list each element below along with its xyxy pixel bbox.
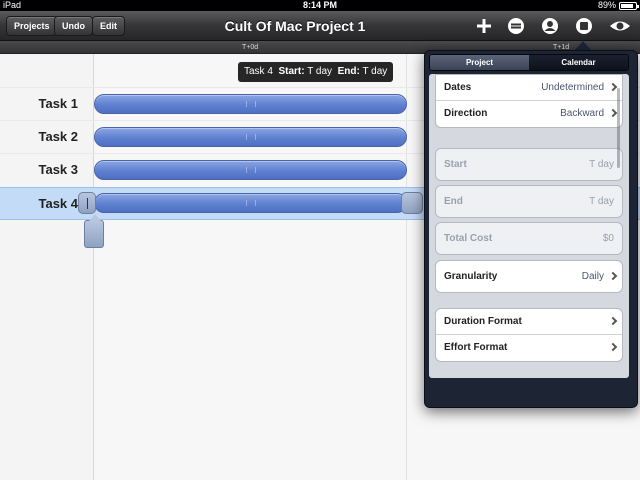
tab-calendar[interactable]: Calendar [529,55,628,70]
chevron-right-icon [608,342,618,352]
dates-label: Dates [444,82,472,93]
start-value: T day [589,159,614,170]
undo-button[interactable]: Undo [54,16,93,36]
granularity-group: Granularity Daily [435,260,623,293]
project-title: Cult Of Mac Project 1 [224,18,366,34]
end-drag-handle[interactable] [401,192,423,214]
projects-button[interactable]: Projects [6,16,58,36]
schedule-group: Dates Undetermined Direction Backward [435,74,623,128]
grip-icon [245,134,256,140]
inspector-tab-bar: Project Calendar [429,54,629,71]
add-icon[interactable] [475,17,493,35]
dependency-drag-handle[interactable] [84,214,104,248]
start-field: Start T day [436,149,622,180]
task-label[interactable]: Task 3 [0,162,78,177]
tab-project[interactable]: Project [430,55,529,70]
chevron-right-icon [608,108,618,118]
task-bar[interactable] [94,160,407,180]
effort-format-label: Effort Format [444,342,508,353]
app-root: iPad 8:14 PM 89% Projects Undo Edit Cult… [0,0,640,480]
total-cost-field: Total Cost $0 [436,223,622,254]
format-group: Duration Format Effort Format [435,308,623,362]
tooltip-task: Task 4 [244,66,273,77]
grip-icon [245,101,256,107]
minus-icon[interactable] [507,17,525,35]
status-bar: iPad 8:14 PM 89% [0,0,640,11]
inspector-icon[interactable] [575,17,593,35]
duration-format-row[interactable]: Duration Format [436,309,622,335]
task-label-selected[interactable]: Task 4 [0,196,78,211]
granularity-row[interactable]: Granularity Daily [436,261,622,292]
inspector-content: Dates Undetermined Direction Backward St… [429,74,629,378]
task-bar-selected[interactable] [94,193,407,213]
direction-row[interactable]: Direction Backward [436,101,622,127]
tooltip-end-value: T day [362,66,388,77]
dates-value: Undetermined [541,82,604,93]
total-cost-label: Total Cost [444,233,493,244]
task-label[interactable]: Task 2 [0,129,78,144]
chevron-right-icon [608,82,618,92]
start-field-group: Start T day [435,148,623,181]
task-bar[interactable] [94,127,407,147]
chevron-right-icon [608,316,618,326]
end-field-group: End T day [435,185,623,218]
start-drag-handle[interactable] [78,192,96,214]
granularity-label: Granularity [444,271,498,282]
granularity-value: Daily [581,271,604,282]
task-label[interactable]: Task 1 [0,96,78,111]
total-cost-value: $0 [602,233,614,244]
tooltip-start-label: Start: [278,66,305,77]
duration-format-label: Duration Format [444,316,522,327]
end-label: End [444,196,463,207]
grip-icon [245,200,256,206]
battery-percent: 89% [597,0,616,10]
edit-button[interactable]: Edit [92,16,125,36]
grip-icon [245,167,256,173]
dates-row[interactable]: Dates Undetermined [436,75,622,101]
day-divider [406,54,407,480]
person-icon[interactable] [541,17,559,35]
effort-format-row[interactable]: Effort Format [436,335,622,361]
chevron-right-icon [608,271,618,281]
direction-value: Backward [560,108,604,119]
task-bar[interactable] [94,94,407,114]
scrollbar[interactable] [617,88,620,168]
battery-icon [619,1,639,10]
end-value: T day [589,196,614,207]
eye-icon[interactable] [609,17,631,35]
timeline-label-t0: T+0d [242,44,259,51]
direction-label: Direction [444,108,488,119]
task-name-column [0,54,94,480]
task-dates-tooltip: Task 4 Start: T day End: T day [238,62,394,82]
tooltip-end-label: End: [337,66,360,77]
cost-field-group: Total Cost $0 [435,222,623,255]
toolbar: Projects Undo Edit Cult Of Mac Project 1 [0,11,640,41]
end-field: End T day [436,186,622,217]
battery-fill [621,3,633,8]
battery-indicator: 89% [597,0,639,11]
clock: 8:14 PM [302,0,337,10]
start-label: Start [444,159,467,170]
tooltip-start-value: T day [307,66,333,77]
